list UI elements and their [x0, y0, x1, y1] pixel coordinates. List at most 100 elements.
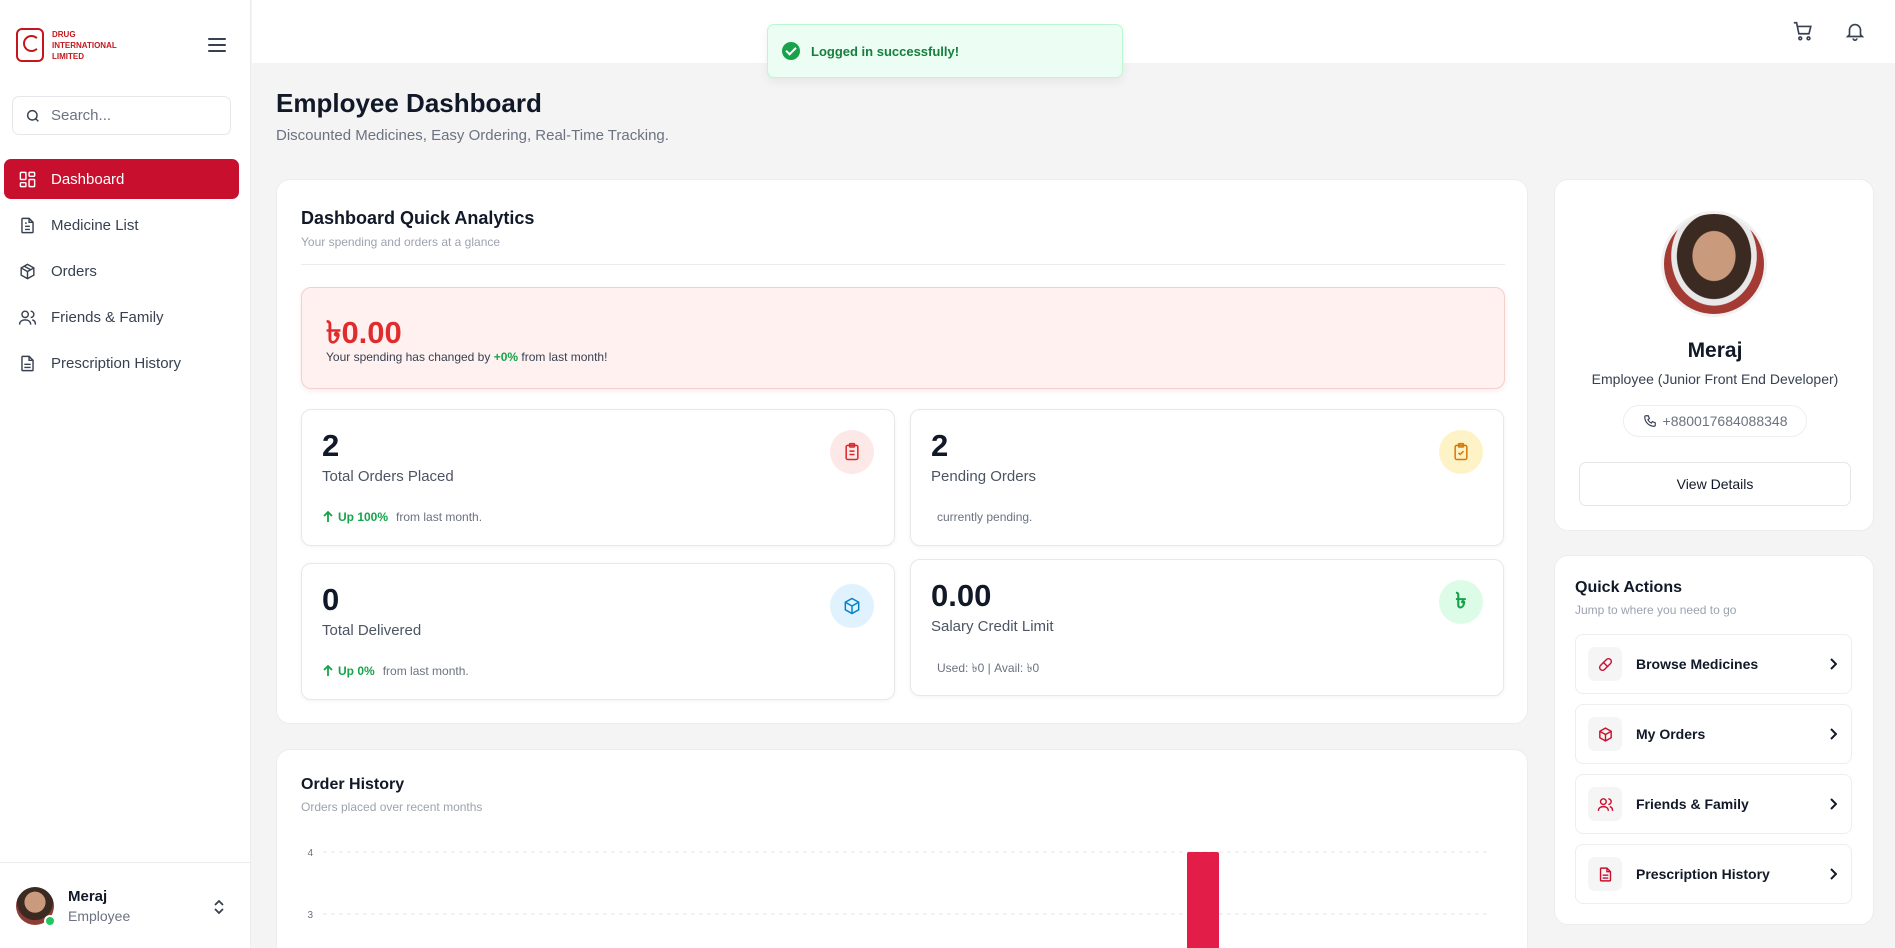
profile-role: Employee (Junior Front End Developer)	[1591, 371, 1839, 387]
logo-mark-icon	[16, 28, 44, 62]
online-status-dot	[44, 914, 56, 927]
order-history-card: Order History Orders placed over recent …	[276, 749, 1528, 948]
logo-text: DRUG INTERNATIONAL LIMITED	[52, 29, 117, 61]
divider	[301, 264, 1505, 265]
spending-summary: ৳0.00 Your spending has changed by +0% f…	[301, 287, 1505, 389]
sidebar-nav: Dashboard Medicine List Orders Friends &…	[4, 159, 239, 389]
package-icon	[20, 263, 35, 279]
avatar	[16, 886, 56, 927]
stat-note: Used: ৳0 | Avail: ৳0	[937, 661, 1040, 675]
stat-trend: Up 100%	[338, 510, 389, 524]
quick-actions-subtitle: Jump to where you need to go	[1575, 603, 1737, 617]
stat-value: 0.00	[931, 578, 992, 613]
profile-card: Meraj Employee (Junior Front End Develop…	[1554, 179, 1874, 531]
chart-y-tick-label: 3	[307, 910, 313, 921]
stat-note: currently pending.	[937, 510, 1033, 524]
company-logo[interactable]: DRUG INTERNATIONAL LIMITED	[16, 28, 132, 62]
stat-card-pending-orders: 2 Pending Orders currently pending.	[910, 409, 1504, 546]
stat-note: from last month.	[396, 510, 483, 524]
quick-actions-card: Quick Actions Jump to where you need to …	[1554, 555, 1874, 925]
phone-number: +880017684088348	[1662, 413, 1788, 429]
arrow-up-icon	[323, 511, 333, 522]
spending-change: +0%	[493, 350, 519, 364]
sidebar: DRUG INTERNATIONAL LIMITED Dashboard Med…	[0, 0, 251, 948]
quick-action-prescription-history[interactable]: Prescription History	[1575, 844, 1852, 904]
stat-footer: Up 100% from last month.	[322, 510, 482, 524]
stat-card-total-orders: 2 Total Orders Placed Up 100% from last …	[301, 409, 895, 546]
sidebar-item-orders[interactable]: Orders	[4, 251, 239, 291]
chevron-right-icon	[1830, 798, 1837, 810]
box-icon	[830, 584, 874, 628]
quick-action-friends-family[interactable]: Friends & Family	[1575, 774, 1852, 834]
bell-icon[interactable]	[1844, 20, 1866, 42]
cart-icon[interactable]	[1792, 20, 1814, 42]
search-icon	[26, 109, 39, 122]
phone-icon	[1643, 415, 1656, 427]
view-details-button[interactable]: View Details	[1579, 462, 1851, 506]
stat-label: Total Delivered	[322, 622, 422, 639]
spending-desc-prefix: Your spending has changed by	[326, 350, 494, 364]
package-icon	[1588, 717, 1622, 751]
stat-footer: Up 0% from last month.	[322, 664, 469, 678]
page-title: Employee Dashboard	[276, 88, 542, 118]
quick-action-label: Browse Medicines	[1636, 656, 1759, 672]
quick-action-label: Friends & Family	[1636, 796, 1749, 812]
sidebar-item-label: Orders	[51, 262, 97, 280]
users-icon	[1588, 787, 1622, 821]
order-history-subtitle: Orders placed over recent months	[301, 800, 483, 814]
file-icon	[1588, 857, 1622, 891]
pill-icon	[1588, 647, 1622, 681]
profile-name: Meraj	[1687, 339, 1743, 362]
user-name: Meraj	[68, 887, 108, 905]
sidebar-item-prescription-history[interactable]: Prescription History	[4, 343, 239, 383]
spending-desc-suffix: from last month!	[518, 350, 608, 364]
chevron-up-down-icon	[214, 899, 224, 915]
stat-label: Salary Credit Limit	[931, 618, 1054, 635]
page-subtitle: Discounted Medicines, Easy Ordering, Rea…	[276, 127, 669, 144]
sidebar-item-label: Medicine List	[51, 216, 139, 234]
success-toast: Logged in successfully!	[767, 24, 1123, 78]
check-circle-icon	[782, 42, 800, 60]
search-input[interactable]	[51, 107, 221, 124]
spending-description: Your spending has changed by +0% from la…	[326, 350, 607, 364]
toast-message: Logged in successfully!	[811, 43, 960, 59]
stat-value: 0	[322, 582, 340, 617]
chart-bar[interactable]	[1187, 852, 1219, 948]
stat-label: Total Orders Placed	[322, 468, 454, 485]
profile-phone: +880017684088348	[1623, 405, 1807, 437]
sidebar-item-label: Dashboard	[51, 170, 125, 188]
order-history-title: Order History	[301, 776, 405, 793]
stat-note: from last month.	[382, 664, 469, 678]
stat-footer: currently pending.	[937, 510, 1032, 524]
stat-value: 2	[931, 428, 949, 463]
sidebar-user-menu[interactable]: Meraj Employee	[0, 862, 251, 948]
analytics-title: Dashboard Quick Analytics	[301, 208, 535, 228]
quick-action-browse-medicines[interactable]: Browse Medicines	[1575, 634, 1852, 694]
analytics-subtitle: Your spending and orders at a glance	[301, 235, 501, 249]
chart-y-tick-label: 4	[307, 848, 313, 859]
chevron-right-icon	[1830, 728, 1837, 740]
quick-action-my-orders[interactable]: My Orders	[1575, 704, 1852, 764]
stat-card-total-delivered: 0 Total Delivered Up 0% from last month.	[301, 563, 895, 700]
order-history-chart: 43	[307, 848, 1487, 948]
sidebar-item-medicine-list[interactable]: Medicine List	[4, 205, 239, 245]
grid-icon	[19, 171, 36, 187]
stat-card-salary-credit: 0.00 Salary Credit Limit Used: ৳0 | Avai…	[910, 559, 1504, 696]
chevron-right-icon	[1830, 658, 1837, 670]
sidebar-item-dashboard[interactable]: Dashboard	[4, 159, 239, 199]
profile-avatar	[1661, 211, 1767, 317]
stat-label: Pending Orders	[931, 468, 1037, 485]
quick-action-label: My Orders	[1636, 726, 1706, 742]
chevron-right-icon	[1830, 868, 1837, 880]
stat-value: 2	[322, 428, 340, 463]
sidebar-search[interactable]	[12, 96, 231, 135]
quick-action-label: Prescription History	[1636, 866, 1770, 882]
file-icon	[21, 355, 34, 371]
stat-trend: Up 0%	[338, 664, 375, 678]
sidebar-item-friends-family[interactable]: Friends & Family	[4, 297, 239, 337]
sidebar-item-label: Friends & Family	[51, 308, 164, 326]
arrow-up-icon	[323, 665, 333, 676]
clipboard-icon	[830, 430, 874, 474]
stat-footer: Used: ৳0 | Avail: ৳0	[937, 660, 1039, 680]
menu-toggle-icon[interactable]	[208, 38, 226, 52]
